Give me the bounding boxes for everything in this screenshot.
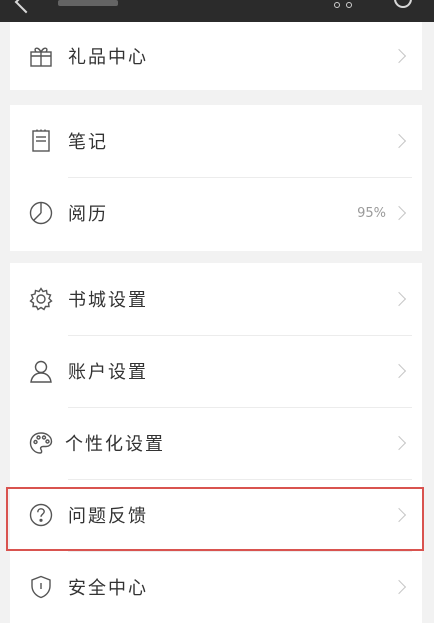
menu-group-reading: 笔记 阅历 95% [10,105,422,251]
gear-icon [28,286,54,312]
more-dots-icon[interactable] [334,0,354,8]
back-arrow-icon[interactable] [14,0,38,14]
menu-item-label: 礼品中心 [68,47,148,68]
notebook-icon [28,128,54,154]
menu-item-gift-center[interactable]: 礼品中心 [10,22,422,90]
chevron-right-icon [391,291,407,307]
menu-item-label: 问题反馈 [68,506,148,527]
menu-item-store-settings[interactable]: 书城设置 [10,263,422,335]
question-circle-icon [28,502,54,528]
chevron-right-icon [391,435,407,451]
menu-item-label: 个性化设置 [65,434,165,455]
menu-item-label: 账户设置 [68,362,148,383]
reading-progress-value: 95% [357,205,386,221]
menu-item-reading-history[interactable]: 阅历 95% [10,177,422,249]
chevron-right-icon [391,579,407,595]
menu-item-security-center[interactable]: 安全中心 [10,551,422,623]
pie-chart-icon [28,200,54,226]
menu-item-label: 笔记 [68,132,108,153]
menu-item-account-settings[interactable]: 账户设置 [10,335,422,407]
menu-group-gift: 礼品中心 [10,22,422,90]
chevron-right-icon [391,205,407,221]
nav-title-cutoff [58,0,118,6]
menu-group-settings: 书城设置 账户设置 个性化设置 问题反馈 安全中心 [10,263,422,623]
search-icon[interactable] [394,0,412,8]
chevron-right-icon [391,363,407,379]
chevron-right-icon [391,507,407,523]
menu-item-label: 书城设置 [68,290,148,311]
menu-item-personalization[interactable]: 个性化设置 [10,407,422,479]
user-icon [28,358,54,384]
gift-icon [28,43,54,69]
menu-item-label: 安全中心 [68,578,148,599]
menu-item-feedback[interactable]: 问题反馈 [10,479,422,551]
top-nav-bar [0,0,434,22]
shield-icon [28,574,54,600]
chevron-right-icon [391,133,407,149]
menu-item-notes[interactable]: 笔记 [10,105,422,177]
chevron-right-icon [391,48,407,64]
menu-item-label: 阅历 [68,204,108,225]
palette-icon [28,430,54,456]
